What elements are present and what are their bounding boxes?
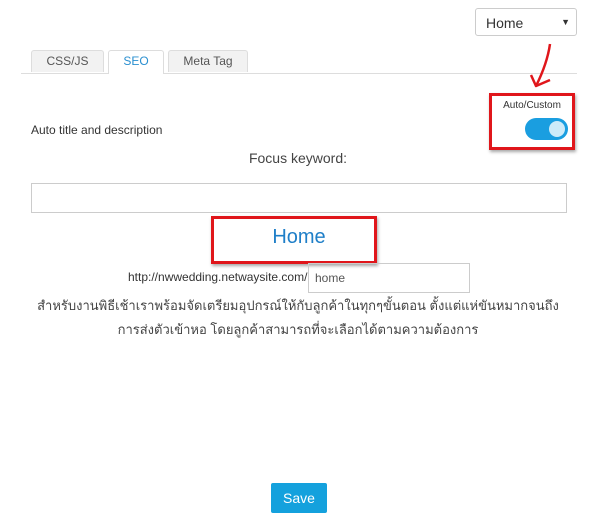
save-button[interactable]: Save: [271, 483, 327, 513]
tab-bar: CSS/JS SEO Meta Tag: [21, 50, 577, 74]
red-arrow-annotation-icon: [529, 43, 552, 88]
focus-keyword-input[interactable]: [31, 183, 567, 213]
tab-meta-tag[interactable]: Meta Tag: [168, 50, 248, 72]
page-heading: Home: [272, 226, 326, 248]
page-select-dropdown[interactable]: Home ▼: [475, 8, 577, 36]
tab-seo[interactable]: SEO: [108, 50, 164, 74]
chevron-down-icon: ▼: [561, 17, 570, 27]
page-select-value: Home: [486, 15, 524, 31]
auto-title-label: Auto title and description: [31, 123, 163, 137]
seo-description: สำหรับงานพิธีเช้าเราพร้อมจัดเตรียมอุปกรณ…: [37, 298, 559, 337]
url-prefix: http://nwwedding.netwaysite.com/: [128, 270, 308, 284]
tab-css-js[interactable]: CSS/JS: [31, 50, 104, 72]
slug-input[interactable]: home: [308, 263, 470, 293]
focus-keyword-label: Focus keyword:: [248, 150, 348, 166]
toggle-highlight-box: [489, 93, 575, 150]
